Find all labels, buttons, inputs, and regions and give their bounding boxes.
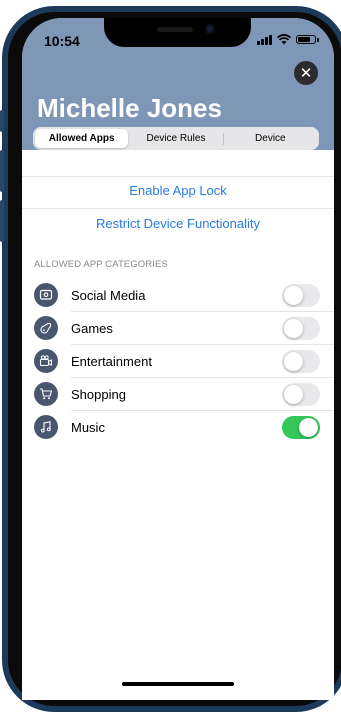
status-icons — [257, 34, 319, 45]
shopping-toggle[interactable] — [282, 383, 320, 406]
toggle-knob — [284, 352, 303, 371]
section-header: ALLOWED APP CATEGORIES — [34, 259, 168, 270]
list-item-entertainment: Entertainment — [22, 345, 334, 378]
battery-icon — [296, 35, 319, 44]
tab-allowed-apps[interactable]: Allowed Apps — [35, 129, 129, 148]
home-indicator[interactable] — [122, 682, 234, 686]
games-icon — [34, 316, 58, 340]
list-item-music: Music — [22, 411, 334, 444]
volume-down-button — [0, 200, 4, 242]
tab-device-rules[interactable]: Device Rules — [129, 129, 222, 148]
restrict-device-button[interactable]: Restrict Device Functionality — [22, 207, 334, 239]
shopping-icon — [34, 382, 58, 406]
front-camera-icon — [205, 24, 215, 34]
social-media-icon — [34, 283, 58, 307]
category-label: Entertainment — [71, 354, 152, 369]
category-label: Music — [71, 420, 105, 435]
mute-switch — [0, 110, 4, 132]
list-item-shopping: Shopping — [22, 378, 334, 411]
entertainment-toggle[interactable] — [282, 350, 320, 373]
category-label: Social Media — [71, 288, 146, 303]
category-label: Shopping — [71, 387, 126, 402]
list-item-games: Games — [22, 312, 334, 345]
toggle-knob — [284, 319, 303, 338]
entertainment-icon — [34, 349, 58, 373]
toggle-knob — [284, 385, 303, 404]
music-toggle[interactable] — [282, 416, 320, 439]
toggle-knob — [299, 418, 318, 437]
page-title: Michelle Jones — [37, 93, 222, 123]
enable-app-lock-button[interactable]: Enable App Lock — [22, 174, 334, 206]
volume-up-button — [0, 150, 4, 192]
close-button[interactable]: ✕ — [294, 61, 318, 85]
notch — [104, 18, 251, 47]
screen: 10:54 ✕ Michelle Jones Allowed Apps Devi… — [22, 18, 334, 700]
wifi-icon — [277, 34, 291, 45]
list-item-social-media: Social Media — [22, 279, 334, 312]
close-icon: ✕ — [299, 64, 313, 82]
music-icon — [34, 415, 58, 439]
games-toggle[interactable] — [282, 317, 320, 340]
toggle-knob — [284, 286, 303, 305]
status-time: 10:54 — [44, 33, 80, 49]
tab-device[interactable]: Device — [224, 129, 317, 148]
social-media-toggle[interactable] — [282, 284, 320, 307]
segmented-control: Allowed Apps Device Rules Device — [33, 127, 319, 150]
profile-header: 10:54 ✕ Michelle Jones Allowed Apps Devi… — [22, 18, 334, 150]
cellular-signal-icon — [257, 34, 272, 45]
category-label: Games — [71, 321, 113, 336]
speaker-grille — [157, 27, 193, 32]
